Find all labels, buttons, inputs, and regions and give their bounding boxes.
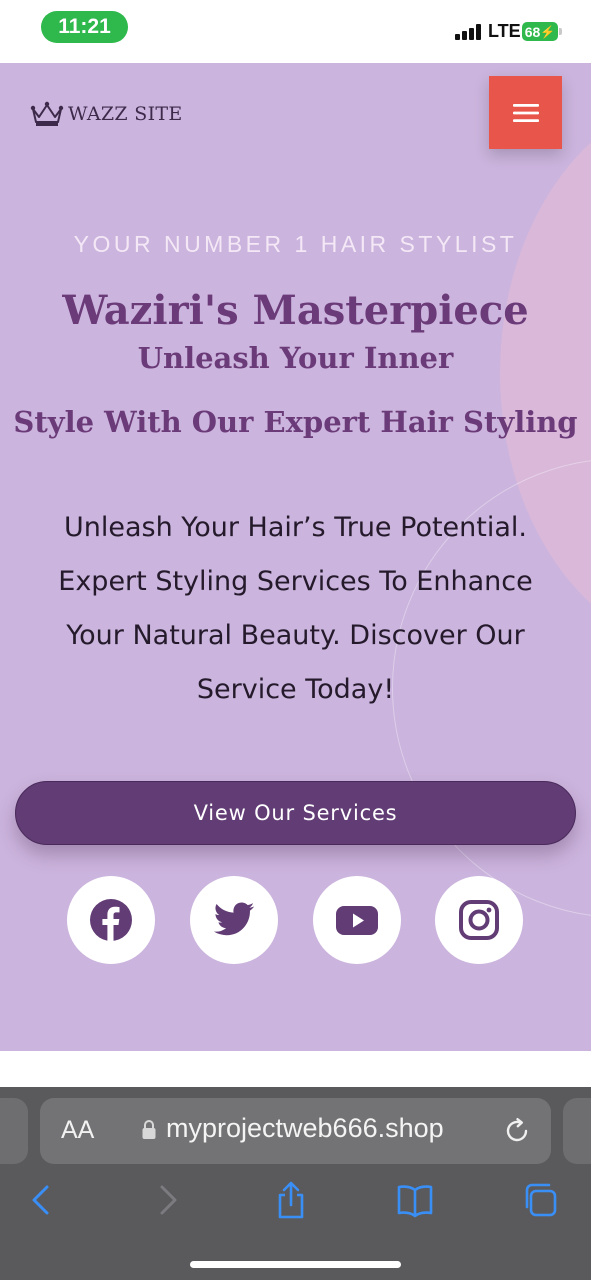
browser-toolbar: AA myprojectweb666.shop (0, 1087, 591, 1280)
twitter-icon (213, 902, 255, 936)
view-services-button[interactable]: View Our Services (15, 781, 576, 845)
menu-button[interactable] (489, 76, 562, 149)
address-bar[interactable]: AA myprojectweb666.shop (40, 1098, 551, 1164)
hero-tagline: YOUR NUMBER 1 HAIR STYLIST (73, 231, 518, 257)
hero-title: Waziri's Masterpiece (62, 287, 529, 334)
hero-description: Unleash Your Hair’s True Potential. Expe… (58, 512, 533, 705)
bookmarks-button[interactable] (393, 1180, 437, 1220)
hero-subtitle-line1: Unleash Your Inner (137, 341, 454, 375)
aa-label: AA (61, 1116, 95, 1144)
youtube-icon (336, 906, 378, 935)
status-bar: 11:21 LTE 68 ⚡ (0, 0, 591, 63)
back-icon (32, 1185, 49, 1215)
hero-subtitle-line2: Style With Our Expert Hair Styling (13, 405, 578, 439)
battery-nub (559, 28, 562, 35)
share-button[interactable] (269, 1180, 313, 1220)
tabs-button[interactable] (518, 1180, 562, 1220)
next-tab-preview[interactable] (563, 1098, 591, 1164)
facebook-icon (90, 899, 132, 941)
hamburger-icon (512, 103, 539, 122)
site-logo[interactable]: WAZZ SITE (30, 100, 183, 128)
reload-icon[interactable] (502, 1116, 532, 1146)
forward-icon (160, 1185, 177, 1215)
hero-section: WAZZ SITE YOUR NUMBER 1 HAIR STYLIST Waz… (0, 63, 591, 1051)
reader-settings-button[interactable]: AA (61, 1116, 94, 1145)
lock-icon (142, 1120, 156, 1139)
bookmarks-icon (397, 1185, 433, 1218)
youtube-link[interactable] (313, 876, 401, 964)
previous-tab-preview[interactable] (0, 1098, 28, 1164)
share-icon (278, 1181, 304, 1219)
back-button[interactable] (19, 1180, 63, 1220)
battery-icon: 68 ⚡ (522, 22, 558, 41)
battery-level: 68 (524, 23, 541, 40)
url-text[interactable]: myprojectweb666.shop (166, 1113, 444, 1144)
instagram-link[interactable] (435, 876, 523, 964)
cellular-signal-icon (455, 24, 483, 40)
forward-button[interactable] (146, 1180, 190, 1220)
tabs-icon (525, 1183, 557, 1217)
facebook-link[interactable] (67, 876, 155, 964)
social-links (0, 876, 591, 964)
twitter-link[interactable] (190, 876, 278, 964)
network-type: LTE (488, 21, 521, 41)
crown-icon (30, 101, 64, 126)
instagram-icon (459, 900, 499, 940)
home-indicator[interactable] (190, 1261, 401, 1268)
logo-text: WAZZ SITE (68, 103, 183, 125)
status-time: 11:21 (41, 11, 128, 43)
